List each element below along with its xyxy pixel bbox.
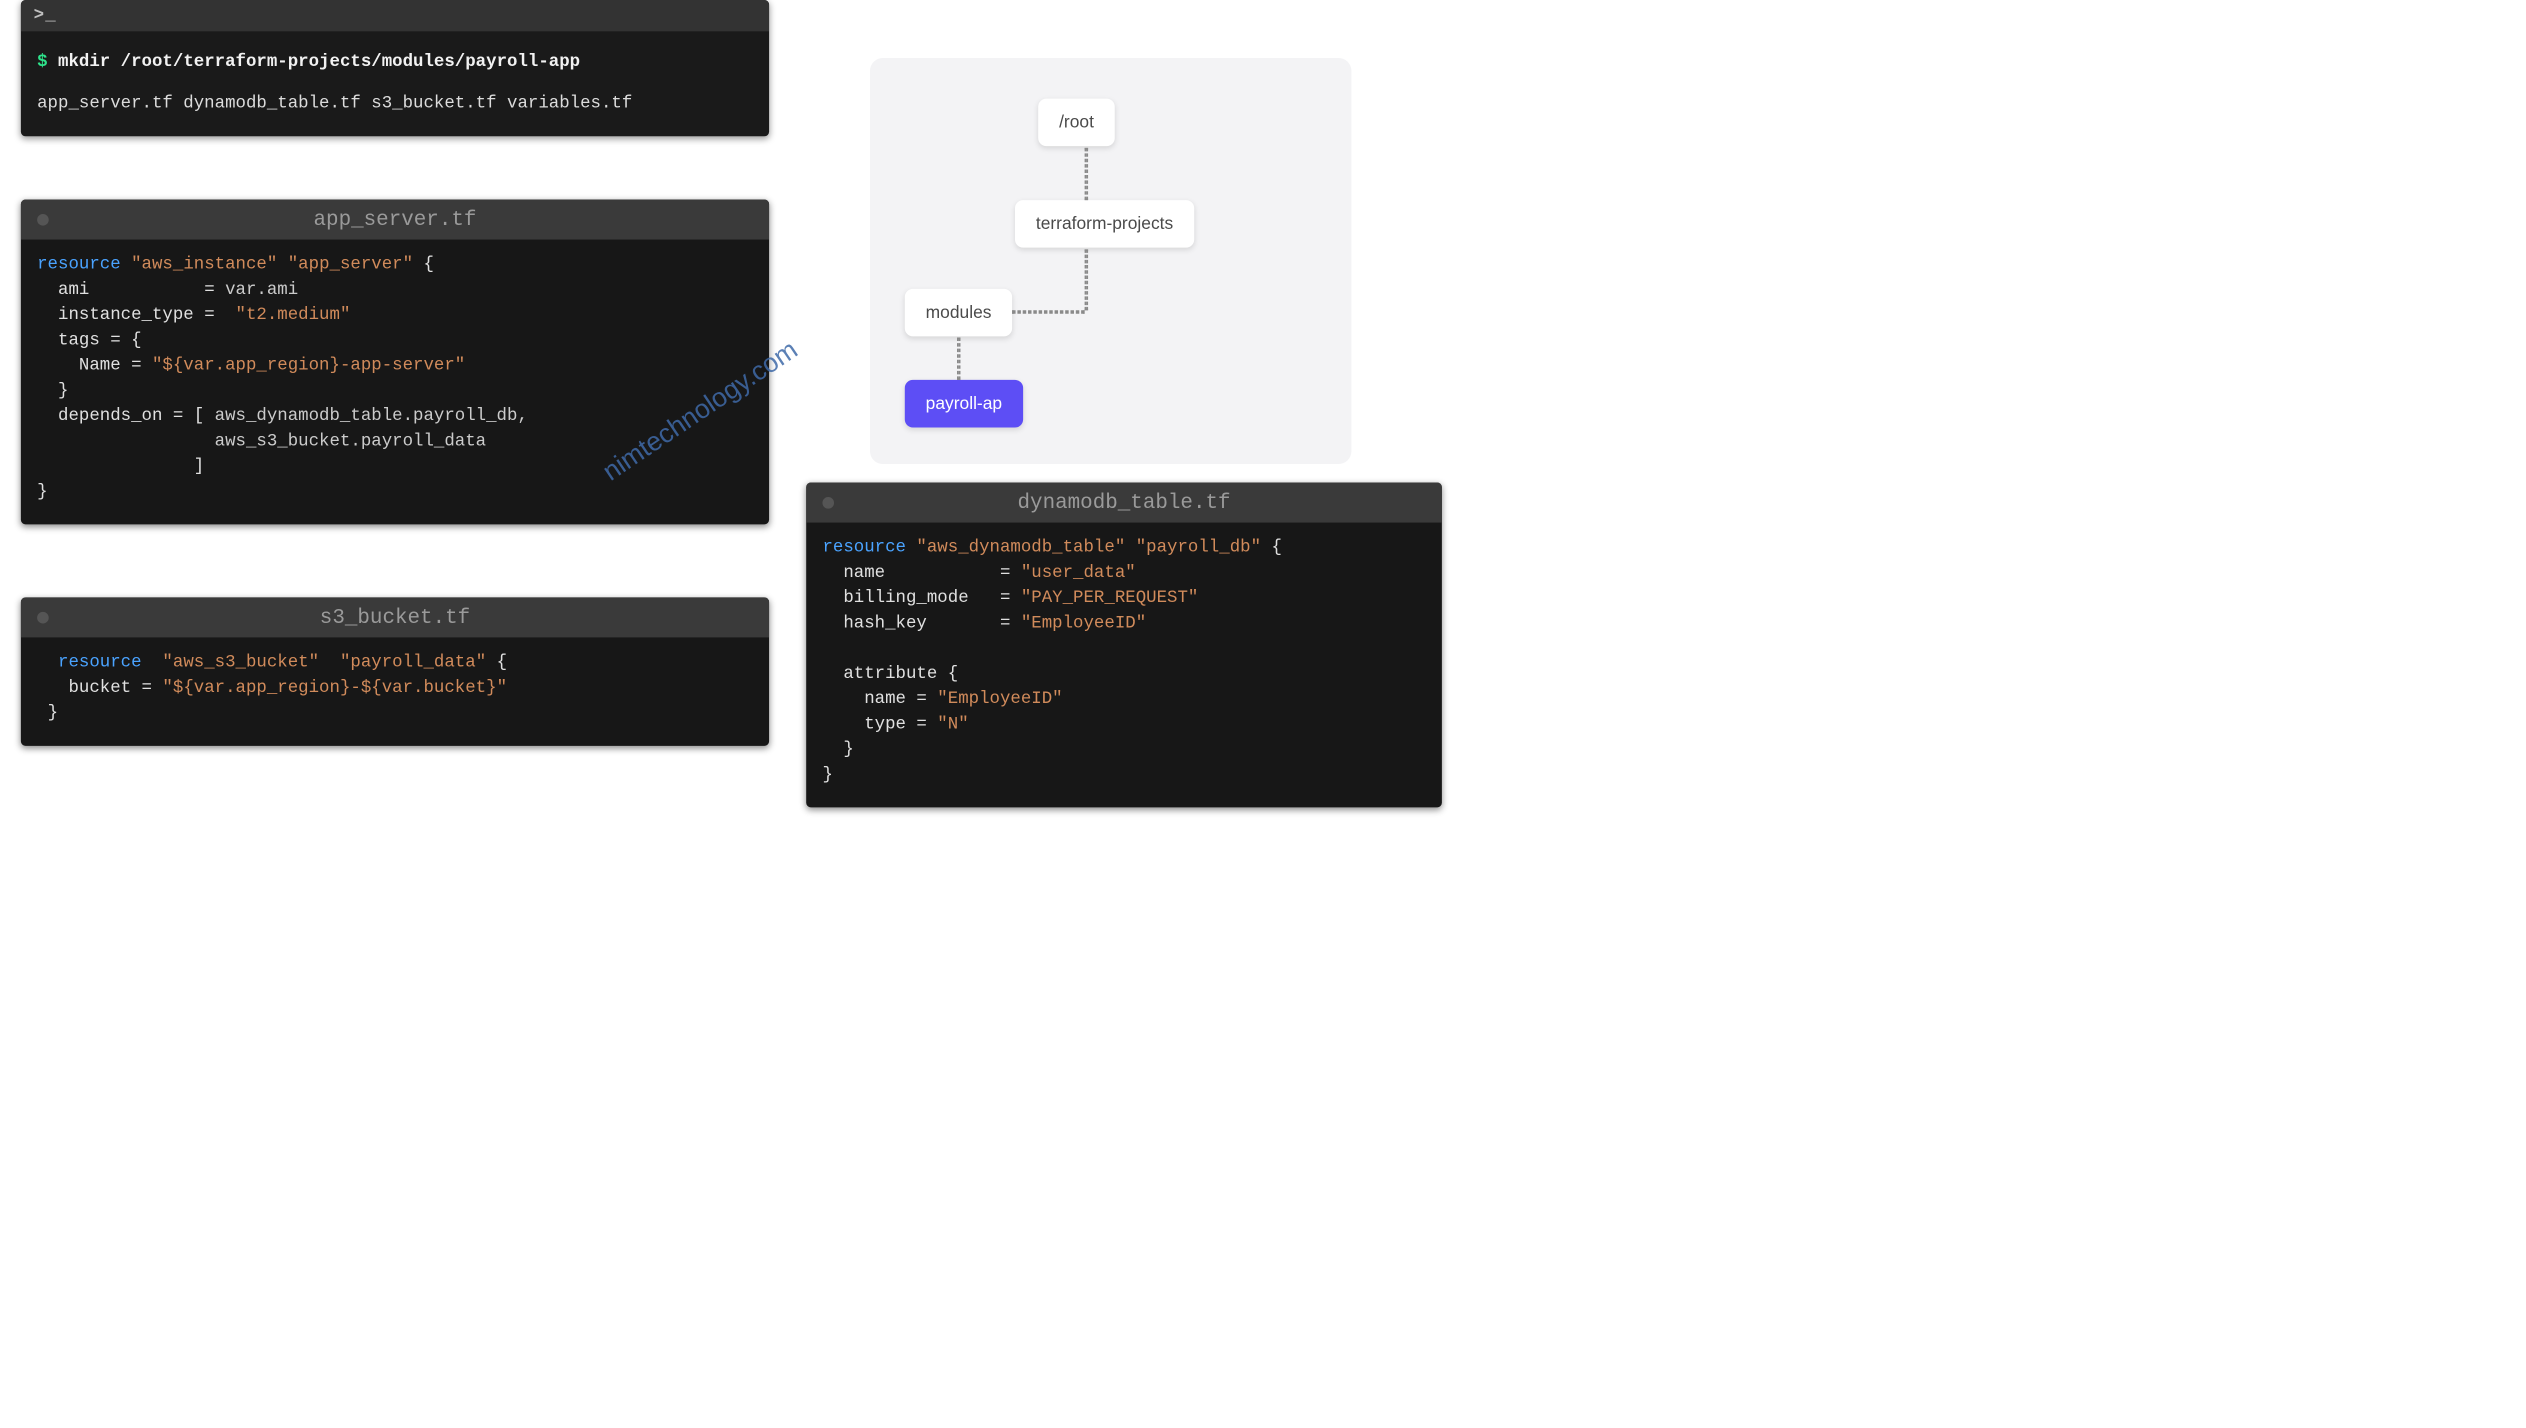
terminal-prompt-icon: >_: [34, 6, 57, 26]
resource-name: "app_server": [288, 255, 413, 275]
arg-ami: ami: [58, 280, 89, 300]
code-body: resource "aws_instance" "app_server" { a…: [21, 240, 769, 525]
tree-node-modules: modules: [905, 289, 1013, 337]
code-panel-s3-bucket: s3_bucket.tf resource "aws_s3_bucket" "p…: [21, 597, 769, 745]
tree-connector: [1012, 310, 1085, 313]
resource-type: "aws_dynamodb_table": [916, 538, 1125, 558]
code-body: resource "aws_s3_bucket" "payroll_data" …: [21, 637, 769, 745]
code-panel-app-server: app_server.tf resource "aws_instance" "a…: [21, 200, 769, 525]
val-billing-mode: "PAY_PER_REQUEST": [1021, 588, 1199, 608]
terminal-command-line: $ mkdir /root/terraform-projects/modules…: [37, 49, 753, 76]
tag-name-val2: -app-server": [340, 356, 465, 376]
tab-dot-icon: [37, 612, 49, 624]
attr-type-val: "N": [937, 714, 968, 734]
resource-name: "payroll_data": [340, 653, 486, 673]
keyword-resource: resource: [37, 255, 121, 275]
val-bucket: "${var.app_region}-${var.bucket}": [162, 678, 507, 698]
code-panel-title: app_server.tf: [21, 200, 769, 240]
arg-billing-mode: billing_mode: [843, 588, 968, 608]
title-text: s3_bucket.tf: [320, 606, 470, 630]
title-text: dynamodb_table.tf: [1018, 491, 1231, 515]
code-panel-dynamodb: dynamodb_table.tf resource "aws_dynamodb…: [806, 483, 1442, 808]
terminal-command: mkdir /root/terraform-projects/modules/p…: [58, 52, 580, 72]
directory-tree-card: /root terraform-projects modules payroll…: [870, 58, 1351, 464]
resource-name: "payroll_db": [1136, 538, 1261, 558]
resource-type: "aws_instance": [131, 255, 277, 275]
title-text: app_server.tf: [314, 208, 477, 232]
arg-bucket: bucket: [68, 678, 131, 698]
dep-2: aws_s3_bucket.payroll_data: [215, 431, 486, 451]
arg-hash-key: hash_key: [843, 613, 927, 633]
arg-instance-type: instance_type: [58, 305, 194, 325]
tag-name-key: Name: [79, 356, 121, 376]
arg-name: name: [843, 563, 885, 583]
tree-connector: [1085, 249, 1088, 310]
code-panel-title: dynamodb_table.tf: [806, 483, 1442, 523]
tab-dot-icon: [822, 497, 834, 509]
tag-name-val1: "${var.app_region}: [152, 356, 340, 376]
keyword-resource: resource: [58, 653, 142, 673]
val-hash-key: "EmployeeID": [1021, 613, 1146, 633]
tree-node-root: /root: [1038, 99, 1115, 147]
code-panel-title: s3_bucket.tf: [21, 597, 769, 637]
arg-tags: tags = {: [58, 330, 142, 350]
tree-node-terraform-projects: terraform-projects: [1015, 200, 1194, 248]
val-ami: var.ami: [225, 280, 298, 300]
tree-connector: [1085, 148, 1088, 200]
terminal-window: >_ $ mkdir /root/terraform-projects/modu…: [21, 0, 769, 136]
keyword-resource: resource: [822, 538, 906, 558]
attribute-block: attribute {: [843, 664, 958, 684]
terminal-header: >_: [21, 0, 769, 31]
attr-type-key: type: [864, 714, 906, 734]
val-name: "user_data": [1021, 563, 1136, 583]
terminal-file-list: app_server.tf dynamodb_table.tf s3_bucke…: [37, 90, 753, 117]
tab-dot-icon: [37, 214, 49, 226]
val-instance-type: "t2.medium": [236, 305, 351, 325]
dep-1: aws_dynamodb_table.payroll_db,: [215, 406, 528, 426]
resource-type: "aws_s3_bucket": [162, 653, 319, 673]
attr-name-val: "EmployeeID": [937, 689, 1062, 709]
arg-depends-on: depends_on: [58, 406, 162, 426]
tree-node-payroll-app: payroll-ap: [905, 380, 1023, 428]
prompt-dollar: $: [37, 52, 47, 72]
terminal-body: $ mkdir /root/terraform-projects/modules…: [21, 31, 769, 136]
code-body: resource "aws_dynamodb_table" "payroll_d…: [806, 523, 1442, 808]
tree-connector: [957, 338, 960, 380]
attr-name-key: name: [864, 689, 906, 709]
